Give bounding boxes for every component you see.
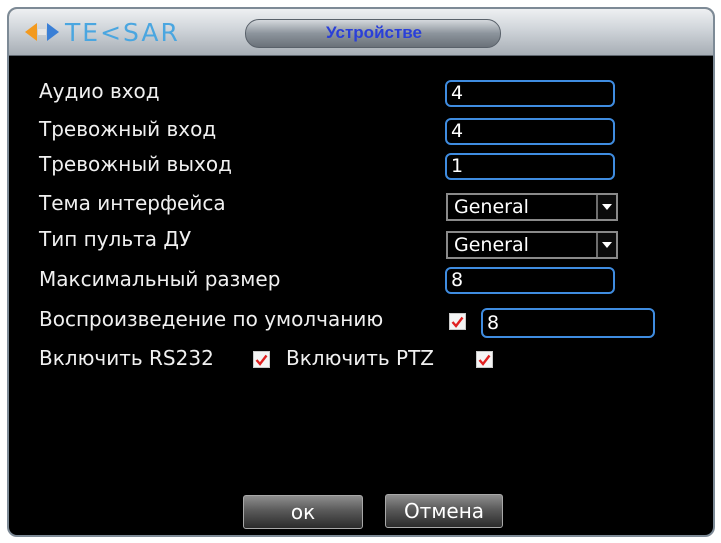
alarm-out-label: Тревожный выход bbox=[39, 152, 232, 176]
arrows-logo-icon bbox=[25, 23, 59, 41]
chevron-down-icon[interactable] bbox=[596, 195, 616, 219]
max-size-field[interactable]: 8 bbox=[445, 267, 615, 294]
alarm-in-field[interactable]: 4 bbox=[445, 118, 615, 145]
alarm-out-field[interactable]: 1 bbox=[445, 153, 615, 180]
remote-type-select[interactable]: General bbox=[446, 231, 618, 259]
rs232-checkbox[interactable] bbox=[253, 351, 270, 368]
default-playback-checkbox[interactable] bbox=[449, 313, 466, 330]
max-size-label: Максимальный размер bbox=[39, 267, 281, 291]
alarm-in-label: Тревожный вход bbox=[39, 117, 217, 141]
device-settings-dialog: TE<SAR Устройстве Аудио вход 4 Тревожный… bbox=[7, 7, 715, 537]
theme-label: Тема интерфейса bbox=[39, 191, 226, 215]
brand-logo: TE<SAR bbox=[25, 17, 180, 47]
title-bar: TE<SAR Устройстве bbox=[9, 9, 713, 56]
ptz-label: Включить PTZ bbox=[286, 346, 435, 370]
page-title: Устройстве bbox=[326, 23, 422, 42]
ptz-checkbox[interactable] bbox=[476, 351, 493, 368]
checkmark-icon bbox=[478, 354, 491, 366]
default-playback-field[interactable]: 8 bbox=[481, 308, 655, 338]
remote-type-label: Тип пульта ДУ bbox=[39, 227, 192, 251]
cancel-button[interactable]: Отмена bbox=[385, 494, 503, 528]
logo-text: TE<SAR bbox=[65, 17, 180, 47]
rs232-label: Включить RS232 bbox=[39, 346, 214, 370]
ok-button[interactable]: ок bbox=[243, 495, 363, 529]
checkmark-icon bbox=[451, 316, 464, 328]
theme-select-value: General bbox=[454, 196, 529, 218]
title-pill: Устройстве bbox=[245, 19, 501, 48]
checkmark-icon bbox=[255, 354, 268, 366]
audio-in-label: Аудио вход bbox=[39, 79, 160, 103]
audio-in-field[interactable]: 4 bbox=[445, 80, 615, 107]
default-playback-label: Воспроизведение по умолчанию bbox=[39, 307, 384, 331]
theme-select[interactable]: General bbox=[446, 193, 618, 221]
remote-type-select-value: General bbox=[454, 234, 529, 256]
chevron-down-icon[interactable] bbox=[596, 233, 616, 257]
